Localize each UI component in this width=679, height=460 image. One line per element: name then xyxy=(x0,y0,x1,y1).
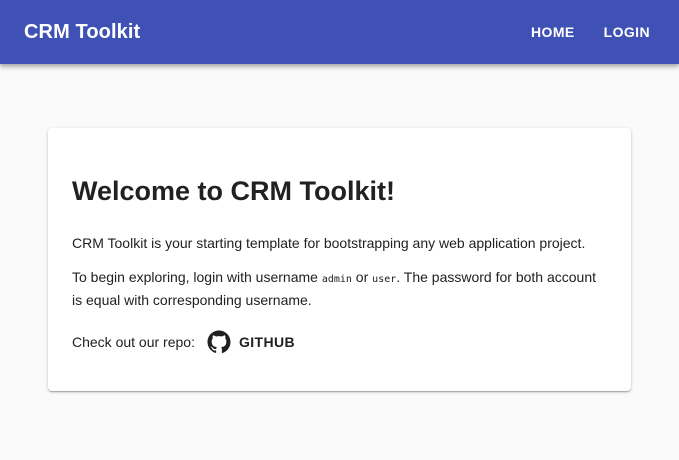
username-user-code: user xyxy=(372,274,397,285)
welcome-heading: Welcome to CRM Toolkit! xyxy=(72,176,395,206)
github-link-label: GITHUB xyxy=(238,334,296,350)
login-text-start: To begin exploring, login with username xyxy=(72,269,322,285)
github-link[interactable]: GITHUB xyxy=(207,330,295,354)
app-bar: CRM Toolkit HOME LOGIN xyxy=(0,0,679,64)
app-title: CRM Toolkit xyxy=(24,20,141,43)
welcome-card: Welcome to CRM Toolkit! CRM Toolkit is y… xyxy=(48,128,631,391)
login-text-or: or xyxy=(351,269,373,285)
nav-home-button[interactable]: HOME xyxy=(523,18,583,46)
repo-prompt: Check out our repo: xyxy=(72,334,195,350)
top-nav: HOME LOGIN xyxy=(510,18,655,46)
github-icon xyxy=(207,330,231,354)
username-admin-code: admin xyxy=(321,274,352,285)
intro-text: CRM Toolkit is your starting template fo… xyxy=(72,235,586,251)
nav-login-button[interactable]: LOGIN xyxy=(596,18,658,46)
login-instructions: To begin exploring, login with username … xyxy=(72,267,607,310)
repo-row: Check out our repo: GITHUB xyxy=(72,330,607,354)
